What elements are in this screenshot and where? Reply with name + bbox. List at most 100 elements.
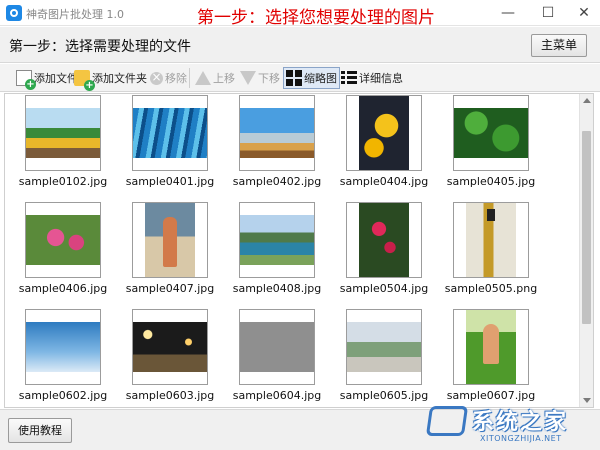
- title-bar: 神奇图片批处理 1.0 第一步：选择您想要处理的图片 — ☐ ✕: [0, 0, 600, 28]
- scroll-up-arrow-icon[interactable]: [583, 98, 591, 103]
- thumbnail-item[interactable]: sample0605.jpg: [336, 309, 432, 407]
- thumbnail-frame[interactable]: [132, 202, 208, 278]
- thumbnail-image: [26, 108, 100, 158]
- remove-label: 移除: [165, 72, 187, 85]
- scrollbar-thumb[interactable]: [582, 131, 591, 324]
- thumbnail-filename: sample0405.jpg: [446, 175, 536, 188]
- move-down-label: 下移: [258, 72, 280, 85]
- thumbnail-image: [359, 203, 409, 277]
- grid-view-icon: [286, 70, 302, 86]
- thumbnail-image: [240, 108, 314, 158]
- thumbnail-frame[interactable]: [239, 309, 315, 385]
- watermark-url: XITONGZHIJIA.NET: [480, 434, 562, 443]
- thumbnail-item[interactable]: sample0407.jpg: [122, 202, 218, 302]
- thumbnail-filename: sample0406.jpg: [18, 282, 108, 295]
- thumbnail-frame[interactable]: [453, 202, 529, 278]
- thumbnail-item[interactable]: sample0402.jpg: [229, 95, 325, 195]
- arrow-down-icon: [240, 71, 256, 85]
- thumbnail-filename: sample0603.jpg: [125, 389, 215, 402]
- thumbnail-image: [26, 215, 100, 265]
- thumbnail-filename: sample0407.jpg: [125, 282, 215, 295]
- thumbnail-filename: sample0607.jpg: [446, 389, 536, 402]
- toolbar-divider: [189, 68, 190, 88]
- thumbnail-filename: sample0404.jpg: [339, 175, 429, 188]
- remove-button[interactable]: 移除: [150, 67, 187, 89]
- thumbnail-filename: sample0102.jpg: [18, 175, 108, 188]
- thumbnail-item[interactable]: sample0505.png: [443, 202, 539, 302]
- list-view-icon: [341, 70, 357, 86]
- add-folder-label: 添加文件夹: [92, 72, 147, 85]
- add-folder-icon: [74, 70, 95, 91]
- maximize-button[interactable]: ☐: [530, 0, 566, 26]
- thumbnail-image: [145, 203, 195, 277]
- window-title: 神奇图片批处理 1.0: [26, 8, 124, 21]
- detail-view-button[interactable]: 详细信息: [341, 67, 403, 89]
- thumbnail-frame[interactable]: [25, 202, 101, 278]
- close-button[interactable]: ✕: [566, 0, 600, 26]
- thumbnail-image: [454, 108, 528, 158]
- move-up-label: 上移: [213, 72, 235, 85]
- thumbnail-item[interactable]: sample0504.jpg: [336, 202, 432, 302]
- thumbnail-filename: sample0604.jpg: [232, 389, 322, 402]
- thumbnail-item[interactable]: sample0401.jpg: [122, 95, 218, 195]
- thumbnail-filename: sample0605.jpg: [339, 389, 429, 402]
- thumbnail-item[interactable]: sample0102.jpg: [15, 95, 111, 195]
- add-file-label: 添加文件: [34, 72, 78, 85]
- thumbnail-frame[interactable]: [132, 95, 208, 171]
- watermark: 系统之家 XITONGZHIJIA.NET: [425, 402, 596, 448]
- main-menu-button[interactable]: 主菜单: [531, 34, 587, 57]
- thumbnail-frame[interactable]: [453, 309, 529, 385]
- thumbnail-frame[interactable]: [453, 95, 529, 171]
- thumbnail-filename: sample0505.png: [444, 282, 538, 295]
- toolbar: 添加文件 添加文件夹 移除 上移 下移 缩略图 详细信息: [0, 64, 600, 92]
- thumbnail-image: [359, 96, 409, 170]
- thumbnail-frame[interactable]: [239, 95, 315, 171]
- thumbnail-frame[interactable]: [239, 202, 315, 278]
- move-up-button[interactable]: 上移: [195, 67, 235, 89]
- thumbnail-image: [466, 310, 516, 384]
- thumbnail-item[interactable]: sample0408.jpg: [229, 202, 325, 302]
- thumbnail-image: [240, 322, 314, 372]
- step-banner: 第一步：选择您想要处理的图片: [197, 8, 435, 28]
- thumbnail-frame[interactable]: [25, 95, 101, 171]
- thumbnail-frame[interactable]: [25, 309, 101, 385]
- minimize-button[interactable]: —: [490, 0, 526, 26]
- thumbnail-filename: sample0504.jpg: [339, 282, 429, 295]
- thumbnail-item[interactable]: sample0404.jpg: [336, 95, 432, 195]
- thumbnail-filename: sample0408.jpg: [232, 282, 322, 295]
- thumbnail-item[interactable]: sample0603.jpg: [122, 309, 218, 407]
- thumbnail-item[interactable]: sample0607.jpg: [443, 309, 539, 407]
- vertical-scrollbar[interactable]: [579, 94, 593, 407]
- thumbnail-frame[interactable]: [346, 309, 422, 385]
- file-thumbnail-grid[interactable]: sample0102.jpg sample0401.jpg sample0402.j…: [4, 93, 594, 408]
- remove-icon: [150, 70, 163, 85]
- thumbnail-image: [133, 322, 207, 372]
- thumbnail-filename: sample0402.jpg: [232, 175, 322, 188]
- thumbnail-item[interactable]: sample0604.jpg: [229, 309, 325, 407]
- thumbnail-filename: sample0602.jpg: [18, 389, 108, 402]
- thumbnail-image: [466, 203, 516, 277]
- thumbnail-frame[interactable]: [132, 309, 208, 385]
- add-file-icon: [16, 70, 36, 90]
- tutorial-button[interactable]: 使用教程: [8, 418, 72, 443]
- watermark-text: 系统之家: [472, 410, 569, 435]
- thumbnail-item[interactable]: sample0405.jpg: [443, 95, 539, 195]
- thumbnail-frame[interactable]: [346, 95, 422, 171]
- add-folder-button[interactable]: 添加文件夹: [74, 67, 147, 91]
- arrow-up-icon: [195, 71, 211, 85]
- thumbnail-image: [133, 108, 207, 158]
- app-logo-icon: [6, 5, 22, 21]
- thumbnail-image: [240, 215, 314, 265]
- thumbnail-view-button[interactable]: 缩略图: [283, 67, 340, 89]
- step-header: 第一步：选择需要处理的文件: [0, 27, 600, 63]
- detail-view-label: 详细信息: [359, 72, 403, 85]
- add-file-button[interactable]: 添加文件: [16, 67, 78, 90]
- thumbnail-item[interactable]: sample0602.jpg: [15, 309, 111, 407]
- watermark-logo-icon: [425, 406, 469, 436]
- step-title: 第一步：选择需要处理的文件: [9, 39, 191, 55]
- thumbnail-frame[interactable]: [346, 202, 422, 278]
- thumbnail-view-label: 缩略图: [304, 72, 337, 85]
- thumbnail-item[interactable]: sample0406.jpg: [15, 202, 111, 302]
- move-down-button[interactable]: 下移: [240, 67, 280, 89]
- thumbnail-filename: sample0401.jpg: [125, 175, 215, 188]
